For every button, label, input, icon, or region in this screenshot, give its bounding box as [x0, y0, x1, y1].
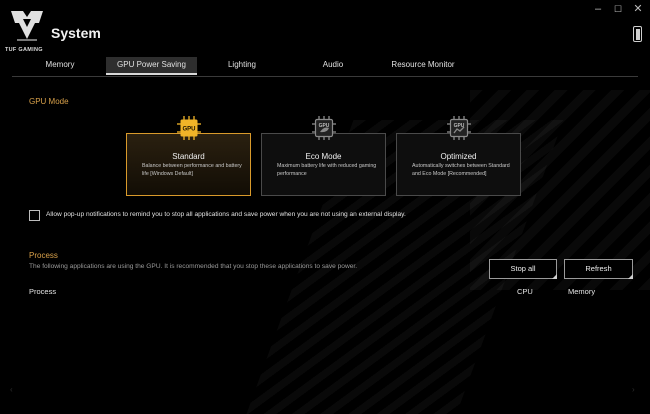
logo-text: TUF GAMING	[5, 47, 43, 53]
tab-lighting[interactable]: Lighting	[222, 57, 262, 75]
device-mode-icon[interactable]	[633, 26, 642, 42]
right-edge-chevron-icon: ›	[632, 385, 635, 394]
mode-desc-standard: Balance between performance and battery …	[142, 163, 242, 177]
process-heading: Process	[29, 251, 58, 260]
mode-desc-eco: Maximum battery life with reduced gaming…	[277, 163, 377, 177]
notification-label: Allow pop-up notifications to remind you…	[46, 211, 406, 218]
tab-gpu-power-saving[interactable]: GPU Power Saving	[106, 57, 197, 75]
mode-name-standard: Standard	[172, 152, 205, 161]
close-button[interactable]: ✕	[626, 2, 650, 16]
mode-name-optimized: Optimized	[440, 152, 477, 161]
tab-divider	[12, 76, 638, 77]
mode-card-eco[interactable]: Eco Mode Maximum battery life with reduc…	[261, 133, 386, 196]
tab-bar: Memory GPU Power Saving Lighting Audio R…	[0, 57, 650, 77]
gpu-optimized-icon: GPU	[447, 116, 471, 140]
tab-memory[interactable]: Memory	[40, 57, 80, 75]
column-header-memory: Memory	[568, 287, 596, 296]
mode-card-standard[interactable]: Standard Balance between performance and…	[126, 133, 251, 196]
tab-audio[interactable]: Audio	[313, 57, 353, 75]
column-header-cpu: CPU	[517, 287, 533, 296]
tuf-gaming-logo	[11, 11, 43, 41]
mode-name-eco: Eco Mode	[305, 152, 342, 161]
title-bar: TUF GAMING System – ☐ ✕	[0, 0, 650, 56]
stop-all-button[interactable]: Stop all	[489, 259, 557, 279]
mode-card-optimized[interactable]: Optimized Automatically switches between…	[396, 133, 521, 196]
gpu-mode-heading: GPU Mode	[29, 97, 69, 106]
refresh-button[interactable]: Refresh	[564, 259, 633, 279]
mode-desc-optimized: Automatically switches between Standard …	[412, 163, 510, 177]
notification-checkbox[interactable]	[29, 210, 40, 221]
left-edge-chevron-icon: ‹	[10, 385, 13, 394]
gpu-eco-icon: GPU	[312, 116, 336, 140]
column-header-process: Process	[29, 287, 57, 296]
tab-resource-monitor[interactable]: Resource Monitor	[388, 57, 458, 75]
app-title: System	[51, 25, 101, 41]
gpu-chip-icon: GPU	[177, 116, 201, 140]
process-description: The following applications are using the…	[29, 263, 358, 270]
svg-text:GPU: GPU	[182, 127, 195, 133]
